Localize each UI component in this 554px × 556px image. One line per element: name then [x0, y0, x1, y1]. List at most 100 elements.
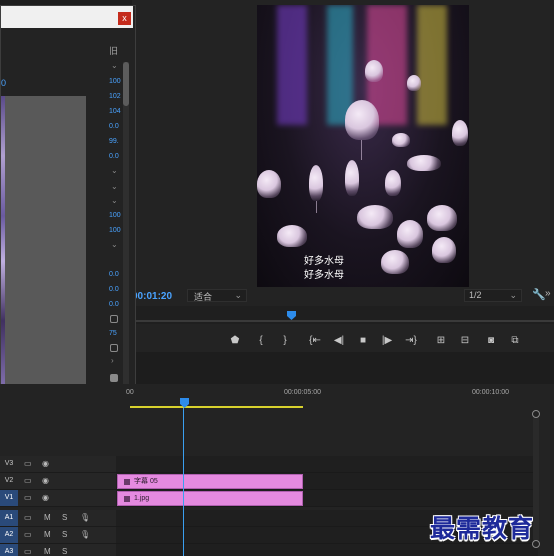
expand-panel-icon[interactable]: »: [545, 288, 551, 299]
solo-button[interactable]: S: [62, 513, 67, 522]
eye-icon[interactable]: ◉: [42, 493, 49, 502]
property-value[interactable]: 99.: [109, 138, 119, 145]
mark-in-button[interactable]: {: [254, 334, 268, 348]
solo-button[interactable]: S: [62, 547, 67, 556]
panel-preview: [1, 96, 86, 396]
preview-image-edge: [1, 96, 5, 396]
property-value[interactable]: 104: [109, 108, 121, 115]
step-forward-button[interactable]: |▶: [380, 334, 394, 348]
jellyfish: [365, 60, 383, 82]
subtitle-line-2: 好多水母: [304, 270, 344, 281]
track-header: A2 ▭ M S 🎙: [0, 527, 116, 544]
button-editor-icon[interactable]: ⧉: [508, 334, 522, 348]
film-icon[interactable]: ▭: [24, 547, 32, 556]
go-to-in-button[interactable]: {⇤: [308, 334, 322, 348]
checkbox[interactable]: [110, 315, 118, 323]
timeline-playhead-line: [183, 408, 184, 556]
video-frame[interactable]: 好多水母 好多水母: [257, 5, 469, 287]
chevron-right-icon[interactable]: ›: [111, 356, 114, 365]
film-icon[interactable]: ▭: [24, 530, 32, 539]
property-value[interactable]: 0.0: [109, 301, 119, 308]
monitor-time-ruler[interactable]: [132, 306, 554, 324]
track-label[interactable]: V3: [0, 456, 18, 472]
film-icon[interactable]: ▭: [24, 459, 32, 468]
light-beam: [277, 5, 307, 125]
track-label[interactable]: V1: [0, 490, 18, 506]
checkbox-checked[interactable]: [110, 374, 118, 382]
timeline-ruler[interactable]: 00 00:00:05:00 00:00:10:00: [116, 384, 538, 410]
go-to-out-button[interactable]: ⇥}: [404, 334, 418, 348]
extract-button[interactable]: ⊟: [458, 334, 472, 348]
jellyfish: [432, 237, 456, 263]
property-value[interactable]: 100: [109, 227, 121, 234]
track-header: V2 ▭ ◉: [0, 473, 116, 490]
clip-image[interactable]: 1.jpg: [117, 491, 303, 506]
property-value[interactable]: 100: [109, 212, 121, 219]
ruler-label: 00:00:05:00: [284, 389, 321, 396]
chevron-down-icon[interactable]: ⌄: [111, 166, 118, 175]
camera-icon[interactable]: ◙: [484, 334, 498, 348]
chevron-down-icon[interactable]: ⌄: [111, 240, 118, 249]
work-area-bar[interactable]: [130, 406, 303, 408]
lift-button[interactable]: ⊞: [434, 334, 448, 348]
mute-button[interactable]: M: [44, 530, 51, 539]
monitor-playhead[interactable]: [287, 311, 296, 320]
checkbox[interactable]: [110, 344, 118, 352]
property-value[interactable]: 0.0: [109, 271, 119, 278]
track-a3: A3 ▭ M S: [0, 544, 554, 556]
property-value[interactable]: 102: [109, 93, 121, 100]
property-value[interactable]: 0.0: [109, 123, 119, 130]
microphone-icon[interactable]: 🎙: [80, 513, 90, 522]
film-icon[interactable]: ▭: [24, 493, 32, 502]
chevron-down-icon[interactable]: ⌄: [111, 196, 118, 205]
panel-titlebar[interactable]: x: [1, 6, 133, 28]
tentacle: [316, 201, 317, 213]
track-lane[interactable]: [116, 456, 538, 473]
panel-timecode[interactable]: 0: [1, 78, 6, 88]
add-marker-button[interactable]: ⬟: [228, 334, 242, 348]
track-label[interactable]: V2: [0, 473, 18, 489]
property-value[interactable]: 75: [109, 330, 117, 337]
chevron-down-icon[interactable]: ⌄: [111, 182, 118, 191]
mark-out-button[interactable]: }: [278, 334, 292, 348]
fx-icon: [124, 496, 130, 502]
clip-label: 字幕 05: [134, 478, 158, 485]
light-beam: [417, 5, 447, 125]
eye-icon[interactable]: ◉: [42, 459, 49, 468]
resolution-dropdown[interactable]: 1/2 ⌄: [464, 289, 522, 302]
track-label[interactable]: A2: [0, 527, 18, 543]
jellyfish: [257, 170, 281, 198]
scroll-handle[interactable]: [532, 410, 540, 418]
solo-button[interactable]: S: [62, 530, 67, 539]
track-lane[interactable]: 1.jpg: [116, 490, 538, 507]
playhead-timecode[interactable]: 00:01:20: [132, 291, 172, 302]
jellyfish: [407, 75, 421, 91]
watermark-logo: 最需教育: [430, 514, 535, 543]
microphone-icon[interactable]: 🎙: [80, 530, 90, 539]
property-value[interactable]: 0.0: [109, 153, 119, 160]
fit-dropdown-value: 适合: [194, 292, 213, 302]
chevron-down-icon[interactable]: ⌄: [111, 61, 118, 70]
wrench-icon[interactable]: 🔧: [532, 288, 546, 301]
jellyfish: [385, 170, 401, 196]
property-value[interactable]: 0.0: [109, 286, 119, 293]
clip-subtitle[interactable]: 字幕 05: [117, 474, 303, 489]
stop-button[interactable]: ■: [356, 334, 370, 348]
property-value[interactable]: 100: [109, 78, 121, 85]
fit-dropdown[interactable]: 适合 ⌄: [187, 289, 247, 302]
jellyfish: [381, 250, 409, 274]
subtitle-line-1: 好多水母: [304, 256, 344, 267]
track-label[interactable]: A3: [0, 544, 18, 556]
track-lane[interactable]: [116, 544, 538, 556]
film-icon[interactable]: ▭: [24, 476, 32, 485]
step-back-button[interactable]: ◀|: [332, 334, 346, 348]
track-label[interactable]: A1: [0, 510, 18, 526]
mute-button[interactable]: M: [44, 513, 51, 522]
film-icon[interactable]: ▭: [24, 513, 32, 522]
mute-button[interactable]: M: [44, 547, 51, 556]
close-icon[interactable]: x: [118, 12, 131, 25]
track-lane[interactable]: 字幕 05: [116, 473, 538, 490]
chevron-down-icon: ⌄: [234, 290, 242, 300]
eye-icon[interactable]: ◉: [42, 476, 49, 485]
panel-scroll-thumb[interactable]: [123, 62, 129, 106]
